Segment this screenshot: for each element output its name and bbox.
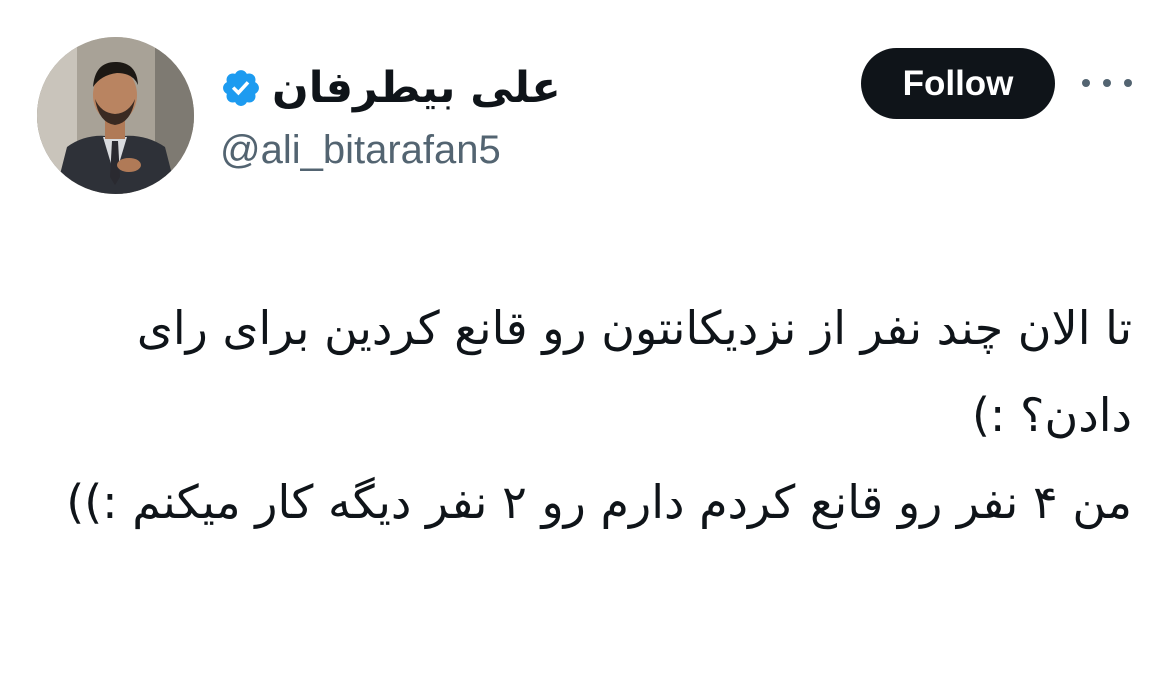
- tweet-text: تا الان چند نفر از نزدیکانتون رو قانع کر…: [66, 301, 1132, 529]
- author-handle[interactable]: @ali_bitarafan5: [220, 130, 501, 170]
- more-dot: [1082, 79, 1090, 87]
- verified-badge-icon[interactable]: [220, 67, 262, 109]
- author-name-row: علی بیطرفان: [220, 58, 561, 118]
- more-dot: [1124, 79, 1132, 87]
- display-name[interactable]: علی بیطرفان: [272, 66, 561, 110]
- more-dot: [1103, 79, 1111, 87]
- more-options-icon[interactable]: [1082, 70, 1132, 96]
- follow-button[interactable]: Follow: [861, 48, 1055, 119]
- avatar[interactable]: [37, 37, 194, 194]
